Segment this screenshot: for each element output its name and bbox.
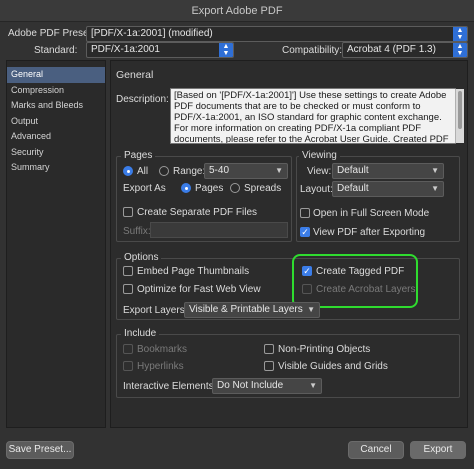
fullscreen-label: Open in Full Screen Mode bbox=[313, 208, 430, 219]
description-text[interactable]: [Based on '[PDF/X-1a:2001]'] Use these s… bbox=[170, 88, 456, 144]
pages-label: Pages bbox=[195, 183, 224, 194]
range-value: 5-40 bbox=[209, 165, 230, 176]
chevron-down-icon: ▼ bbox=[309, 381, 317, 390]
fullscreen-checkbox[interactable] bbox=[300, 208, 310, 218]
preset-select[interactable]: [PDF/X-1a:2001] (modified) ▲ ▼ bbox=[86, 26, 468, 42]
guides-grids-checkbox[interactable] bbox=[264, 361, 274, 371]
export-layers-select[interactable]: Visible & Printable Layers ▼ bbox=[184, 302, 320, 318]
layout-select[interactable]: Default ▼ bbox=[332, 181, 444, 197]
cancel-button[interactable]: Cancel bbox=[348, 441, 404, 459]
chevron-down-icon: ▼ bbox=[275, 166, 283, 175]
spreads-label: Spreads bbox=[244, 183, 282, 194]
select-arrows-icon: ▲ ▼ bbox=[453, 27, 467, 41]
select-arrows-icon: ▲ ▼ bbox=[453, 43, 467, 57]
panel-heading: General bbox=[116, 69, 154, 81]
non-printing-checkbox[interactable] bbox=[264, 344, 274, 354]
view-value: Default bbox=[337, 165, 369, 176]
export-layers-value: Visible & Printable Layers bbox=[189, 304, 303, 315]
bookmarks-label: Bookmarks bbox=[137, 344, 188, 355]
sidebar-item-advanced[interactable]: Advanced bbox=[7, 129, 105, 145]
sidebar-item-compression[interactable]: Compression bbox=[7, 83, 105, 99]
separate-files-label: Create Separate PDF Files bbox=[137, 207, 258, 218]
acrobat-layers-checkbox[interactable] bbox=[302, 284, 312, 294]
chevron-down-icon: ▼ bbox=[431, 166, 439, 175]
window-title: Export Adobe PDF bbox=[0, 0, 474, 22]
chevron-down-icon: ▼ bbox=[307, 305, 315, 314]
tagged-pdf-checkbox[interactable]: ✓ bbox=[302, 266, 312, 276]
include-title: Include bbox=[121, 328, 160, 339]
hyperlinks-label: Hyperlinks bbox=[137, 361, 184, 372]
interactive-value: Do Not Include bbox=[217, 380, 284, 391]
sidebar-item-general[interactable]: General bbox=[7, 67, 105, 83]
pages-radio[interactable] bbox=[181, 183, 191, 193]
standard-label: Standard: bbox=[34, 45, 78, 56]
view-label: View: bbox=[307, 166, 332, 177]
select-arrows-icon: ▲ ▼ bbox=[219, 43, 233, 57]
suffix-label: Suffix: bbox=[123, 226, 151, 237]
separate-files-checkbox[interactable] bbox=[123, 207, 133, 217]
highlight-box bbox=[292, 254, 418, 308]
view-select[interactable]: Default ▼ bbox=[332, 163, 444, 179]
view-after-export-label: View PDF after Exporting bbox=[313, 227, 426, 238]
export-as-label: Export As bbox=[123, 183, 166, 194]
sidebar-item-marks-and-bleeds[interactable]: Marks and Bleeds bbox=[7, 98, 105, 114]
options-title: Options bbox=[121, 252, 162, 263]
guides-grids-label: Visible Guides and Grids bbox=[278, 361, 388, 372]
scrollbar-thumb[interactable] bbox=[458, 91, 462, 129]
compat-value: Acrobat 4 (PDF 1.3) bbox=[347, 44, 436, 55]
export-layers-label: Export Layers: bbox=[123, 305, 188, 316]
bookmarks-checkbox[interactable] bbox=[123, 344, 133, 354]
sidebar-item-summary[interactable]: Summary bbox=[7, 160, 105, 176]
description-scrollbar[interactable] bbox=[455, 89, 464, 143]
viewing-title: Viewing bbox=[299, 150, 340, 161]
suffix-input[interactable] bbox=[150, 222, 288, 238]
sidebar-item-security[interactable]: Security bbox=[7, 145, 105, 161]
pages-title: Pages bbox=[121, 150, 156, 161]
range-radio[interactable] bbox=[159, 166, 169, 176]
preset-value: [PDF/X-1a:2001] (modified) bbox=[91, 28, 213, 39]
range-label: Range: bbox=[173, 166, 206, 177]
fast-web-label: Optimize for Fast Web View bbox=[137, 284, 261, 295]
save-preset-button[interactable]: Save Preset... bbox=[6, 441, 74, 459]
compat-label: Compatibility: bbox=[282, 45, 343, 56]
interactive-select[interactable]: Do Not Include ▼ bbox=[212, 378, 322, 394]
all-radio[interactable] bbox=[123, 166, 133, 176]
non-printing-label: Non-Printing Objects bbox=[278, 344, 371, 355]
description-label: Description: bbox=[116, 94, 169, 105]
layout-label: Layout: bbox=[300, 184, 333, 195]
hyperlinks-checkbox[interactable] bbox=[123, 361, 133, 371]
view-after-export-checkbox[interactable]: ✓ bbox=[300, 227, 310, 237]
preset-label: Adobe PDF Preset: bbox=[8, 28, 95, 39]
chevron-down-icon: ▼ bbox=[431, 184, 439, 193]
tagged-pdf-label: Create Tagged PDF bbox=[316, 266, 405, 277]
interactive-label: Interactive Elements: bbox=[123, 381, 217, 392]
thumbnails-checkbox[interactable] bbox=[123, 266, 133, 276]
all-label: All bbox=[137, 166, 149, 177]
standard-select[interactable]: PDF/X-1a:2001 ▲ ▼ bbox=[86, 42, 234, 58]
standard-value: PDF/X-1a:2001 bbox=[91, 44, 160, 55]
sidebar-item-output[interactable]: Output bbox=[7, 114, 105, 130]
spreads-radio[interactable] bbox=[230, 183, 240, 193]
range-input[interactable]: 5-40 ▼ bbox=[204, 163, 288, 179]
layout-value: Default bbox=[337, 183, 369, 194]
acrobat-layers-label: Create Acrobat Layers bbox=[316, 284, 416, 295]
thumbnails-label: Embed Page Thumbnails bbox=[137, 266, 250, 277]
fast-web-checkbox[interactable] bbox=[123, 284, 133, 294]
sidebar: General Compression Marks and Bleeds Out… bbox=[6, 60, 106, 428]
compat-select[interactable]: Acrobat 4 (PDF 1.3) ▲ ▼ bbox=[342, 42, 468, 58]
export-button[interactable]: Export bbox=[410, 441, 466, 459]
